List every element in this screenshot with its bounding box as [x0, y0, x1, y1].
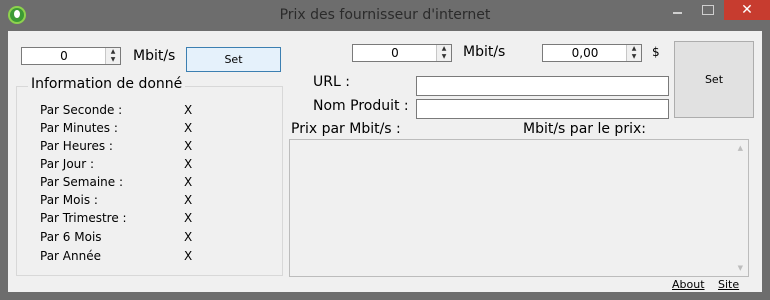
close-button[interactable]: ✕: [724, 0, 770, 20]
url-label: URL :: [313, 74, 350, 90]
row-label-heures: Par Heures :: [40, 139, 113, 153]
price-value: 0,00: [571, 46, 599, 60]
results-list[interactable]: ▲ ▼: [289, 139, 749, 277]
left-speed-stepper[interactable]: 0 ▲ ▼: [21, 47, 121, 65]
scroll-down-icon[interactable]: ▼: [738, 264, 743, 272]
minimize-button[interactable]: [660, 0, 696, 20]
row-label-annee: Par Année: [40, 249, 101, 263]
right-set-button[interactable]: Set: [674, 41, 754, 118]
row-value-mois: X: [184, 193, 193, 207]
row-label-semaine: Par Semaine :: [40, 175, 124, 189]
price-per-mbit-label: Prix par Mbit/s :: [291, 121, 401, 137]
url-input[interactable]: [416, 76, 669, 96]
right-speed-value: 0: [391, 46, 399, 60]
right-speed-stepper[interactable]: 0 ▲ ▼: [352, 44, 452, 62]
row-value-trimestre: X: [184, 211, 193, 225]
price-stepper[interactable]: 0,00 ▲ ▼: [542, 44, 642, 62]
row-label-seconde: Par Seconde :: [40, 103, 123, 117]
product-name-label: Nom Produit :: [313, 98, 409, 114]
title-bar: Prix des fournisseur d'internet ✕: [0, 0, 770, 31]
about-link[interactable]: About: [672, 278, 705, 291]
row-value-annee: X: [184, 249, 193, 263]
site-link[interactable]: Site: [718, 278, 739, 291]
spin-down-icon[interactable]: ▼: [437, 53, 451, 61]
spin-down-icon[interactable]: ▼: [627, 53, 641, 61]
row-label-minutes: Par Minutes :: [40, 121, 118, 135]
row-value-semaine: X: [184, 175, 193, 189]
left-set-button[interactable]: Set: [186, 47, 281, 72]
price-spinner[interactable]: ▲ ▼: [626, 45, 641, 61]
mbit-per-price-label: Mbit/s par le prix:: [523, 121, 646, 137]
spin-up-icon[interactable]: ▲: [437, 45, 451, 53]
row-label-jour: Par Jour :: [40, 157, 95, 171]
spin-up-icon[interactable]: ▲: [627, 45, 641, 53]
window-title: Prix des fournisseur d'internet: [279, 7, 491, 23]
left-speed-spinner[interactable]: ▲ ▼: [105, 48, 120, 64]
scroll-up-icon[interactable]: ▲: [738, 144, 743, 152]
row-label-6mois: Par 6 Mois: [40, 230, 102, 244]
row-label-trimestre: Par Trimestre :: [40, 211, 127, 225]
currency-label: $: [652, 45, 660, 59]
row-value-heures: X: [184, 139, 193, 153]
row-value-minutes: X: [184, 121, 193, 135]
product-name-input[interactable]: [416, 99, 669, 119]
row-label-mois: Par Mois :: [40, 193, 98, 207]
spin-down-icon[interactable]: ▼: [106, 56, 120, 64]
right-speed-unit: Mbit/s: [463, 44, 506, 60]
left-speed-value: 0: [60, 49, 68, 63]
row-value-seconde: X: [184, 103, 193, 117]
right-speed-spinner[interactable]: ▲ ▼: [436, 45, 451, 61]
maximize-button[interactable]: [696, 0, 721, 20]
information-group-title: Information de donné: [28, 76, 186, 92]
left-speed-unit: Mbit/s: [133, 48, 176, 64]
row-value-jour: X: [184, 157, 193, 171]
spin-up-icon[interactable]: ▲: [106, 48, 120, 56]
row-value-6mois: X: [184, 230, 193, 244]
